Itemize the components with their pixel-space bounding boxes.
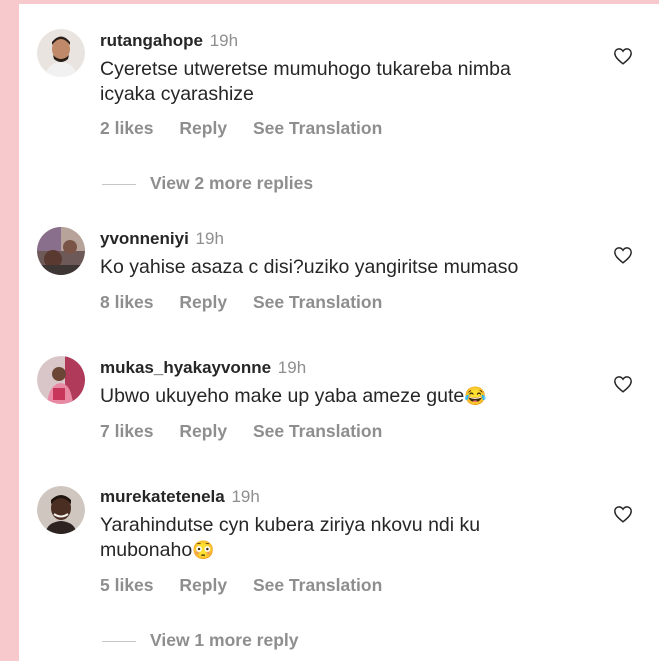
heart-outline-icon[interactable] (613, 47, 633, 65)
view-more-replies-label: View 1 more reply (150, 630, 299, 650)
comment-username[interactable]: murekatetenela (100, 487, 225, 506)
likes-count[interactable]: 5 likes (100, 575, 154, 595)
avatar[interactable] (37, 29, 85, 77)
comment-meta: mukas_hyakayvonne 19h (100, 358, 306, 378)
view-more-replies-button[interactable]: View 1 more reply (102, 630, 299, 651)
heart-outline-icon[interactable] (613, 375, 633, 393)
avatar[interactable] (37, 486, 85, 534)
comment-username[interactable]: yvonneniyi (100, 229, 189, 248)
heart-outline-icon[interactable] (613, 246, 633, 264)
see-translation-button[interactable]: See Translation (253, 292, 382, 312)
comment-meta: yvonneniyi 19h (100, 229, 224, 249)
comment-text-body: Yarahindutse cyn kubera ziriya nkovu ndi… (100, 514, 481, 561)
comment-time: 19h (209, 31, 239, 50)
see-translation-button[interactable]: See Translation (253, 421, 382, 441)
comment-text: Ubwo ukuyeho make up yaba ameze gute😂 (100, 384, 570, 409)
comment-username[interactable]: rutangahope (100, 31, 203, 50)
view-more-replies-button[interactable]: View 2 more replies (102, 173, 313, 194)
avatar[interactable] (37, 227, 85, 275)
comment-username[interactable]: mukas_hyakayvonne (100, 358, 271, 377)
joy-emoji-icon: 😂 (464, 386, 487, 406)
comments-panel: rutangahope 19h Cyeretse utweretse mumuh… (19, 4, 659, 661)
divider-line (102, 640, 136, 642)
comment-time: 19h (277, 358, 307, 377)
divider-line (102, 183, 136, 185)
comment-text-body: Ubwo ukuyeho make up yaba ameze gute (100, 385, 465, 407)
comment-text: Cyeretse utweretse mumuhogo tukareba nim… (100, 58, 511, 105)
view-more-replies-label: View 2 more replies (150, 173, 314, 193)
comment-actions: 8 likes Reply See Translation (100, 292, 403, 313)
likes-count[interactable]: 2 likes (100, 118, 154, 138)
flushed-emoji-icon: 😳 (192, 540, 215, 560)
comment-actions: 5 likes Reply See Translation (100, 575, 403, 596)
comment-time: 19h (195, 229, 224, 248)
comment-meta: rutangahope 19h (100, 31, 238, 51)
likes-count[interactable]: 7 likes (100, 421, 154, 441)
comment-text: Ko yahise asaza c disi?uziko yangiritse … (100, 256, 519, 278)
reply-button[interactable]: Reply (179, 575, 227, 595)
comment-text: Yarahindutse cyn kubera ziriya nkovu ndi… (100, 513, 570, 563)
see-translation-button[interactable]: See Translation (253, 118, 382, 138)
avatar[interactable] (37, 356, 85, 404)
likes-count[interactable]: 8 likes (100, 292, 154, 312)
see-translation-button[interactable]: See Translation (253, 575, 382, 595)
reply-button[interactable]: Reply (179, 292, 227, 312)
heart-outline-icon[interactable] (613, 505, 633, 523)
comment-actions: 2 likes Reply See Translation (100, 118, 403, 139)
reply-button[interactable]: Reply (179, 118, 227, 138)
reply-button[interactable]: Reply (179, 421, 227, 441)
comment-time: 19h (231, 487, 260, 506)
comment-actions: 7 likes Reply See Translation (100, 421, 403, 442)
comment-meta: murekatetenela 19h (100, 487, 260, 507)
